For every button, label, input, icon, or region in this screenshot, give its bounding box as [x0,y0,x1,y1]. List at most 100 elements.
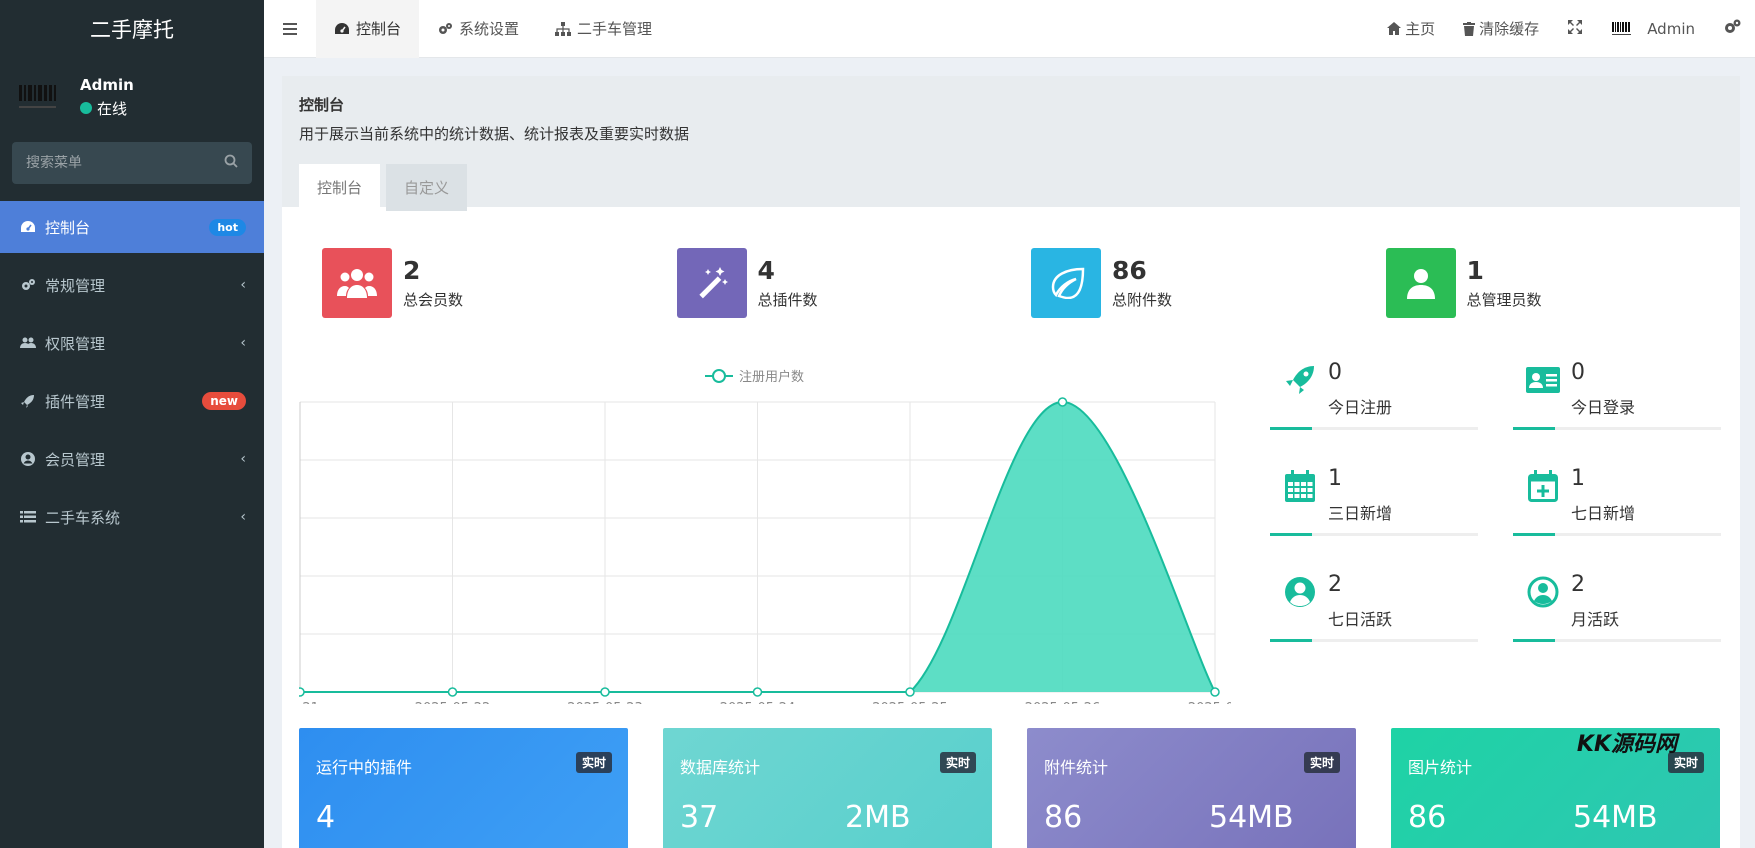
chart-point [447,687,458,697]
chart-point [752,687,763,697]
online-status-dot [80,102,92,114]
user-circle-o-icon [1525,574,1561,610]
tab-used-car-management[interactable]: 二手车管理 [537,0,670,58]
user-status: 在线 [80,98,134,119]
sidebar-item-label: 权限管理 [45,334,106,353]
card-value: 4 [316,800,336,835]
card-title: 图片统计 [1408,758,1473,777]
home-link[interactable]: 主页 [1373,0,1449,58]
stat-total-admins: 1 总管理员数 [1385,248,1741,318]
chart-point [1210,687,1220,697]
realtime-badge: 实时 [939,752,976,773]
mini-stat-7day-new: 1 七日新增 [1513,462,1721,552]
sidebar-item-label: 会员管理 [45,450,106,469]
sidebar-item-used-car-system[interactable]: 二手车系统 ‹ [0,491,264,543]
chart-x-tick-label: 2025-05-23 [567,701,643,704]
tab-label: 二手车管理 [577,20,653,38]
mini-stat-monthly-active: 2 月活跃 [1513,568,1721,658]
main-content: 控制台 用于展示当前系统中的统计数据、统计报表及重要实时数据 控制台 自定义 2… [281,76,1740,848]
stat-label: 总插件数 [757,291,818,309]
stat-label: 总管理员数 [1466,291,1542,309]
clear-cache-button[interactable]: 清除缓存 [1449,0,1553,58]
card-value: 37 [680,800,719,835]
card-title: 运行中的插件 [316,758,413,777]
magic-icon [676,248,747,318]
mini-stat-label: 三日新增 [1328,504,1393,523]
sidebar-item-general[interactable]: 常规管理 ‹ [0,259,264,311]
chart-x-tick-label: 2025-05-22 [415,701,491,704]
fullscreen-button[interactable] [1553,0,1597,58]
sidebar-item-plugins[interactable]: 插件管理 new [0,375,264,427]
page-description: 用于展示当前系统中的统计数据、统计报表及重要实时数据 [299,125,690,143]
sidebar-item-members[interactable]: 会员管理 ‹ [0,433,264,485]
stats-row: 2 总会员数 4 总插件数 86 总附件数 1 总管理员数 [322,248,1740,318]
card-size: 54MB [1573,800,1658,835]
tab-dashboard-view[interactable]: 控制台 [299,164,381,211]
avatar [18,77,58,117]
sidebar-item-dashboard[interactable]: 控制台 hot [0,201,264,253]
calendar-plus-icon [1525,468,1561,504]
sidebar-toggle-button[interactable] [264,0,316,58]
brand-logo[interactable]: 二手摩托 [0,0,264,58]
chart-x-tick-label: 2025-05 [1188,701,1231,704]
card-running-plugins: 运行中的插件 实时 4 [299,728,628,848]
user-circle-icon [20,451,40,467]
top-navbar: 控制台 系统设置 二手车管理 主页 清除缓存 Admin [264,0,1755,58]
avatar [1611,18,1633,40]
realtime-badge: 实时 [1303,752,1340,773]
mini-stat-value: 0 [1328,360,1342,385]
card-size: 54MB [1209,800,1294,835]
stat-label: 总附件数 [1112,291,1173,309]
card-value: 86 [1044,800,1083,835]
card-value: 86 [1408,800,1447,835]
tab-label: 控制台 [356,20,402,38]
chart-point [1057,397,1068,407]
cogs-icon [437,22,453,36]
mini-stat-value: 1 [1571,466,1585,491]
cogs-icon [20,278,40,292]
mini-stat-7day-active: 2 七日活跃 [1270,568,1478,658]
sidebar-item-permissions[interactable]: 权限管理 ‹ [0,317,264,369]
user-icon [1385,248,1456,318]
menu-search-input[interactable] [26,155,206,171]
stat-total-plugins: 4 总插件数 [676,248,1032,318]
new-badge: new [202,392,246,410]
mini-stat-progress [1270,639,1478,642]
mini-stat-progress [1513,639,1721,642]
card-size: 2MB [845,800,911,835]
card-title: 附件统计 [1044,758,1109,777]
tab-dashboard[interactable]: 控制台 [316,0,420,58]
tab-system-settings[interactable]: 系统设置 [419,0,537,58]
mini-stat-label: 七日活跃 [1328,610,1393,629]
user-status-label: 在线 [97,99,128,118]
mini-stat-value: 2 [1328,572,1342,597]
page-title: 控制台 [299,96,345,114]
stat-value: 4 [757,256,775,285]
chart-legend-marker [712,369,726,383]
sidebar-item-label: 控制台 [45,218,91,237]
rocket-icon [1282,362,1318,398]
watermark: KK源码网 [1576,732,1677,757]
chart-x-tick-label: 2025-05-24 [720,701,796,704]
settings-button[interactable] [1709,0,1755,58]
dashboard-icon [334,22,350,36]
stat-value: 2 [403,256,421,285]
chart-x-tick-label: 2025-05-26 [1025,701,1101,704]
calendar-icon [1282,468,1318,504]
tab-custom-view[interactable]: 自定义 [386,164,468,211]
user-menu[interactable]: Admin [1597,0,1709,58]
sidebar-item-label: 插件管理 [45,392,106,411]
mini-stat-value: 1 [1328,466,1342,491]
menu-search [12,142,252,184]
expand-icon [1567,19,1583,39]
chart-legend-label: 注册用户数 [739,369,804,385]
user-circle-icon [1282,574,1318,610]
stat-value: 1 [1466,256,1484,285]
chevron-left-icon: ‹ [240,335,246,351]
leaf-icon [1031,248,1101,318]
users-icon [20,336,40,350]
chevron-left-icon: ‹ [240,277,246,293]
search-icon[interactable] [224,154,238,172]
realtime-badge: 实时 [575,752,612,773]
tab-label: 系统设置 [459,20,520,38]
